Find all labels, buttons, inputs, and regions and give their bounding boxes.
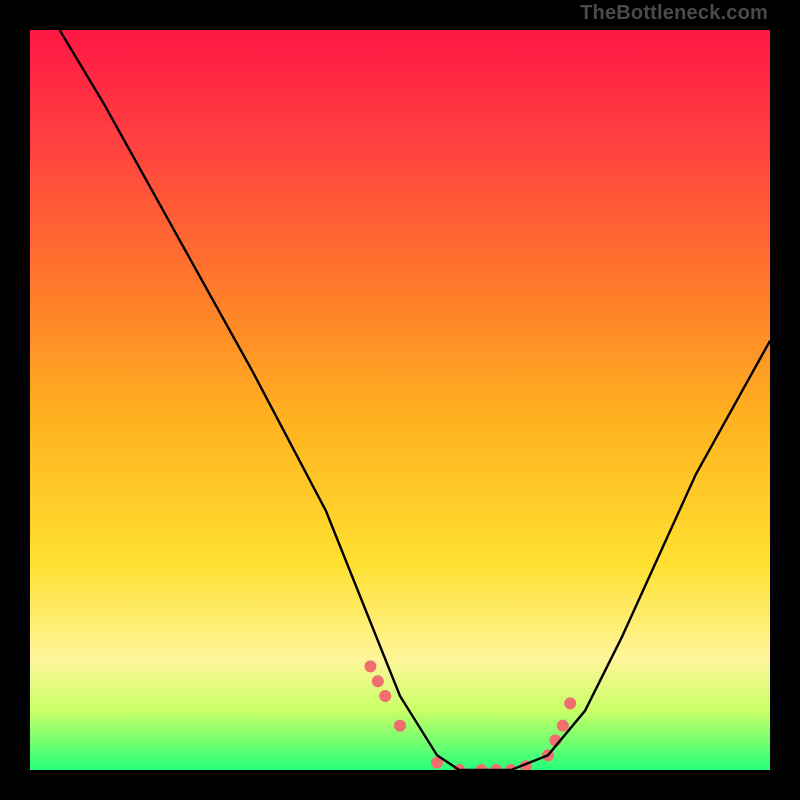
marker-dot xyxy=(557,720,569,732)
chart-svg xyxy=(30,30,770,770)
bottleneck-curve xyxy=(60,30,770,770)
plot-area xyxy=(30,30,770,770)
watermark-text: TheBottleneck.com xyxy=(580,2,768,25)
chart-frame: TheBottleneck.com xyxy=(0,0,800,800)
marker-dot xyxy=(364,660,376,672)
marker-dot xyxy=(394,720,406,732)
flat-region-markers xyxy=(364,660,576,770)
marker-dot xyxy=(564,697,576,709)
marker-dot xyxy=(372,675,384,687)
marker-dot xyxy=(379,690,391,702)
